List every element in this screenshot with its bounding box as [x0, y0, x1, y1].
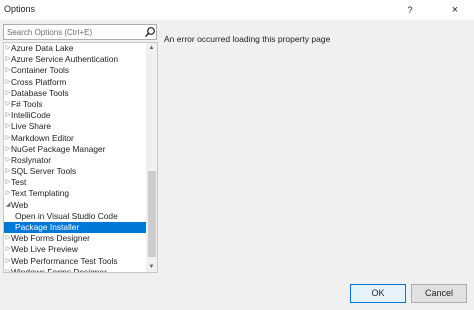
- tree-item-label: Azure Service Authentication: [11, 54, 119, 65]
- tree-item[interactable]: Package Installer: [4, 222, 146, 234]
- tree-item[interactable]: ▷ Cross Platform: [4, 77, 146, 88]
- tree-item[interactable]: ▷ Roslynator: [4, 155, 146, 166]
- tree-item-label: Cross Platform: [11, 76, 67, 87]
- tree-item[interactable]: ▷ Web Performance Test Tools: [4, 256, 146, 267]
- close-button[interactable]: ×: [437, 2, 473, 18]
- tree-items: ▷ Azure Data Lake ▷ Azure Service Authentic…: [4, 43, 146, 273]
- search-icon[interactable]: [144, 26, 156, 38]
- scroll-down-arrow-icon[interactable]: ▼: [146, 262, 157, 272]
- tree-item[interactable]: ▷ Windows Forms Designer: [4, 266, 146, 273]
- tree-item[interactable]: ▷ Live Share: [4, 121, 146, 132]
- search-input[interactable]: [4, 25, 140, 39]
- error-message: An error occurred loading this property …: [164, 34, 331, 44]
- tree-item-label: NuGet Package Manager: [11, 143, 106, 154]
- tree-item-label: Azure Data Lake: [11, 43, 74, 53]
- tree-item[interactable]: ▷ Text Templating: [4, 188, 146, 199]
- tree-item[interactable]: ▷ Web Forms Designer: [4, 233, 146, 244]
- tree-item[interactable]: Open in Visual Studio Code: [4, 211, 146, 222]
- tree-item-label: Live Share: [11, 121, 52, 132]
- scroll-up-arrow-icon[interactable]: ▲: [146, 43, 157, 53]
- tree-item[interactable]: ▷ Azure Data Lake: [4, 43, 146, 54]
- options-dialog: Options ? × ▷Azure Data Lake▷Azure Servi…: [0, 0, 474, 310]
- tree-item-label: Database Tools: [11, 87, 69, 98]
- tree-item-label: Web Forms Designer: [11, 233, 90, 244]
- tree-scrollbar[interactable]: ▲ ▼: [146, 43, 157, 272]
- tree-item[interactable]: ▷ Markdown Editor: [4, 133, 146, 144]
- search-box[interactable]: [3, 24, 157, 40]
- tree-item[interactable]: ▷ Test: [4, 177, 146, 188]
- tree-item-label: Web Live Preview: [11, 244, 78, 255]
- scroll-thumb[interactable]: [148, 171, 156, 257]
- tree-item[interactable]: ▷ NuGet Package Manager: [4, 144, 146, 155]
- tree-item-label: SQL Server Tools: [11, 166, 77, 177]
- tree-item-label: Text Templating: [11, 188, 70, 199]
- tree-item-label: Container Tools: [11, 65, 70, 76]
- tree-item-label: Test: [11, 177, 27, 188]
- tree-item-label: Roslynator: [11, 154, 52, 165]
- help-button[interactable]: ?: [392, 2, 428, 18]
- tree-item[interactable]: ▷ SQL Server Tools: [4, 166, 146, 177]
- tree-item-label: IntelliCode: [11, 110, 51, 121]
- title-bar: Options ? ×: [0, 0, 474, 20]
- tree-item[interactable]: ▷ Web Live Preview: [4, 244, 146, 255]
- tree-item[interactable]: ▷ F# Tools: [4, 99, 146, 110]
- cancel-button[interactable]: Cancel: [411, 284, 467, 303]
- tree-item[interactable]: ▷ Container Tools: [4, 65, 146, 76]
- tree-item[interactable]: ▷ Database Tools: [4, 88, 146, 99]
- tree-item-label: Markdown Editor: [11, 132, 74, 143]
- window-title: Options: [4, 4, 36, 14]
- tree-item[interactable]: ◢ Web: [4, 200, 146, 211]
- options-tree[interactable]: ▷ Azure Data Lake ▷ Azure Service Authentic…: [3, 42, 158, 273]
- tree-item-label: Web: [11, 199, 29, 210]
- tree-item-label: Open in Visual Studio Code: [15, 210, 118, 221]
- tree-item-label: Web Performance Test Tools: [11, 255, 118, 266]
- tree-item-label: F# Tools: [11, 98, 43, 109]
- tree-item[interactable]: ▷ IntelliCode: [4, 110, 146, 121]
- tree-item[interactable]: ▷ Azure Service Authentication: [4, 54, 146, 65]
- tree-item-label: Windows Forms Designer: [11, 266, 107, 273]
- ok-button[interactable]: OK: [350, 284, 406, 303]
- tree-item-label: Package Installer: [15, 222, 80, 232]
